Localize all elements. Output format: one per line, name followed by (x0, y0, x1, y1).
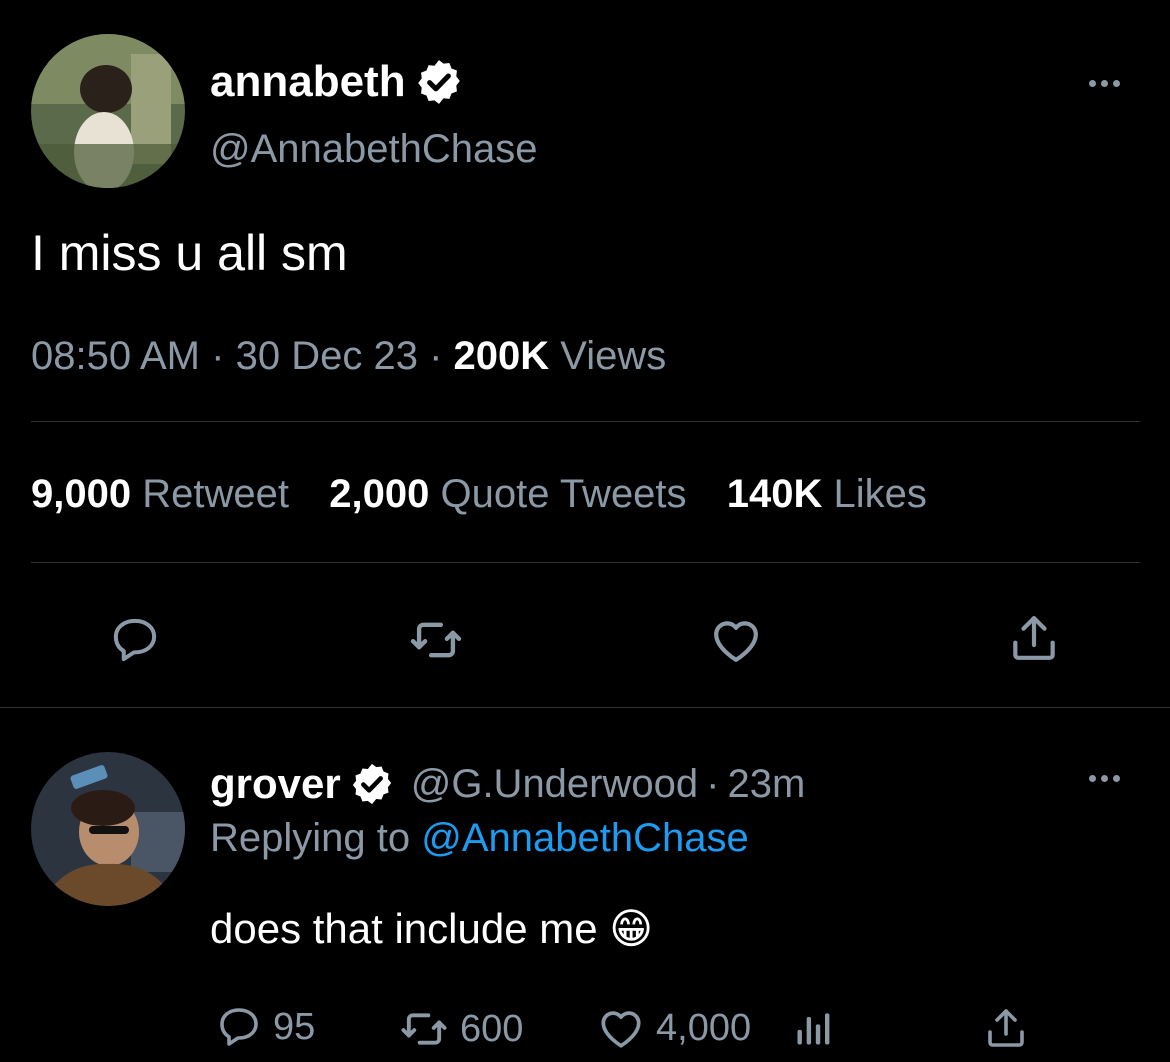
tweet-text: I miss u all sm (31, 225, 348, 281)
reply-author-avatar[interactable] (31, 752, 185, 906)
share-icon[interactable] (980, 1002, 1032, 1054)
reply-text: does that include me (210, 905, 598, 952)
reply-icon (220, 1008, 258, 1046)
tweet-time[interactable]: 08:50 AM (31, 334, 200, 378)
reply-action[interactable]: 95 (215, 1003, 315, 1051)
meta-separator: · (706, 761, 720, 806)
like-action[interactable]: 4,000 (596, 1003, 751, 1053)
views-label: Views (560, 334, 667, 378)
meta-separator: · (211, 334, 225, 378)
retweet-label[interactable]: Retweet (142, 472, 289, 516)
share-icon[interactable] (1004, 608, 1064, 668)
replying-to-prefix: Replying to (210, 816, 411, 860)
tweet-meta: 08:50 AM · 30 Dec 23 · 200K Views (31, 334, 666, 379)
likes-label[interactable]: Likes (834, 472, 927, 516)
tweet-stats: 9,000 Retweet 2,000 Quote Tweets 140K Li… (31, 472, 927, 517)
reply-text-row: does that include me 😁 (210, 904, 653, 953)
retweet-action[interactable]: 600 (398, 1003, 523, 1055)
retweet-count[interactable]: 9,000 (31, 472, 131, 516)
verified-badge-icon (352, 763, 391, 805)
reply-count: 95 (273, 1005, 316, 1048)
reply-icon[interactable] (105, 610, 165, 670)
like-count: 4,000 (656, 1006, 752, 1049)
divider (31, 421, 1140, 422)
reply-author-name[interactable]: grover (210, 760, 341, 808)
reply-header: grover @G.Underwood · 23m (210, 757, 805, 811)
author-handle[interactable]: @AnnabethChase (210, 127, 538, 172)
retweet-icon[interactable] (406, 610, 466, 670)
more-icon[interactable] (1089, 80, 1120, 87)
grinning-emoji: 😁 (609, 904, 654, 953)
meta-separator: · (429, 334, 443, 378)
analytics-icon[interactable] (790, 1004, 838, 1052)
retweet-count: 600 (460, 1007, 524, 1050)
heart-icon[interactable] (706, 610, 766, 670)
author-name-row: annabeth (210, 55, 464, 109)
replying-to: Replying to @AnnabethChase (210, 816, 749, 861)
likes-count[interactable]: 140K (727, 472, 823, 516)
quote-count[interactable]: 2,000 (329, 472, 429, 516)
author-name[interactable]: annabeth (210, 57, 406, 107)
section-divider (0, 707, 1170, 708)
reply-author-handle[interactable]: @G.Underwood (411, 762, 698, 807)
verified-badge-icon (417, 60, 460, 104)
views-count: 200K (453, 334, 550, 378)
replying-to-handle[interactable]: @AnnabethChase (421, 816, 749, 860)
tweet-date[interactable]: 30 Dec 23 (236, 334, 418, 378)
reply-age[interactable]: 23m (727, 762, 805, 807)
divider (31, 562, 1140, 563)
heart-icon (601, 1011, 641, 1048)
more-icon[interactable] (1089, 775, 1120, 782)
quote-label[interactable]: Quote Tweets (440, 472, 686, 516)
author-avatar[interactable] (31, 34, 185, 188)
retweet-icon (401, 1013, 447, 1045)
